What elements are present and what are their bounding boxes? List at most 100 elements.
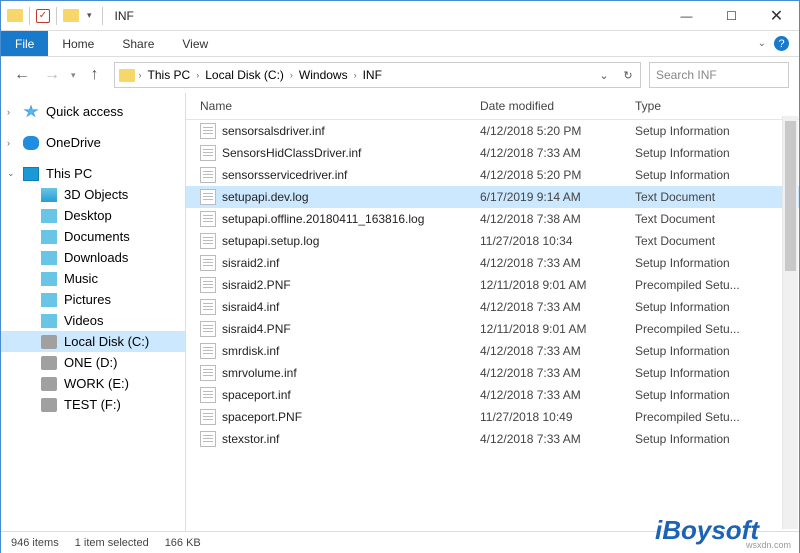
file-row[interactable]: sensorsalsdriver.inf4/12/2018 5:20 PMSet… <box>186 120 799 142</box>
file-type: Setup Information <box>635 300 799 314</box>
tab-share[interactable]: Share <box>108 31 168 56</box>
file-type: Setup Information <box>635 388 799 402</box>
sidebar-item-work-e[interactable]: WORK (E:) <box>1 373 185 394</box>
status-selection: 1 item selected <box>75 537 149 549</box>
sidebar-item-3d-objects[interactable]: 3D Objects <box>1 184 185 205</box>
sidebar-item-videos[interactable]: Videos <box>1 310 185 331</box>
file-row[interactable]: setupapi.setup.log11/27/2018 10:34Text D… <box>186 230 799 252</box>
file-icon <box>200 387 216 403</box>
column-name[interactable]: Name <box>200 99 480 113</box>
folder-icon[interactable] <box>63 9 79 22</box>
tab-view[interactable]: View <box>168 31 222 56</box>
file-row[interactable]: sisraid4.PNF12/11/2018 9:01 AMPrecompile… <box>186 318 799 340</box>
sidebar-item-quick-access[interactable]: ›Quick access <box>1 101 185 122</box>
watermark: wsxdn.com <box>746 540 791 550</box>
scrollbar-thumb[interactable] <box>785 121 796 271</box>
close-button[interactable]: ✕ <box>754 1 799 31</box>
ribbon-expand-icon[interactable]: ⌄ <box>758 38 766 49</box>
file-row[interactable]: sisraid4.inf4/12/2018 7:33 AMSetup Infor… <box>186 296 799 318</box>
file-row[interactable]: setupapi.offline.20180411_163816.log4/12… <box>186 208 799 230</box>
file-name: setupapi.setup.log <box>222 234 319 248</box>
up-button[interactable]: ↑ <box>84 66 106 84</box>
sidebar-item-downloads[interactable]: Downloads <box>1 247 185 268</box>
file-icon <box>200 255 216 271</box>
sidebar-item-documents[interactable]: Documents <box>1 226 185 247</box>
breadcrumb-item[interactable]: Windows <box>295 68 352 82</box>
tab-home[interactable]: Home <box>48 31 108 56</box>
chevron-right-icon[interactable]: › <box>354 70 357 80</box>
sidebar-item-music[interactable]: Music <box>1 268 185 289</box>
sidebar-label: Downloads <box>64 250 128 265</box>
breadcrumb-item[interactable]: INF <box>359 68 386 82</box>
search-input[interactable]: Search INF <box>649 62 789 88</box>
separator <box>102 7 103 25</box>
breadcrumb-item[interactable]: This PC <box>144 68 195 82</box>
file-row[interactable]: SensorsHidClassDriver.inf 4/12/2018 7:33 … <box>186 142 799 164</box>
sidebar-item-this-pc[interactable]: ⌄This PC <box>1 163 185 184</box>
file-icon <box>200 321 216 337</box>
folder-icon <box>7 9 23 22</box>
vertical-scrollbar[interactable] <box>782 116 798 529</box>
file-name: SensorsHidClassDriver.inf <box>222 146 361 160</box>
maximize-button[interactable]: ☐ <box>709 1 754 31</box>
properties-icon[interactable]: ✓ <box>36 9 50 23</box>
file-date: 4/12/2018 7:33 AM <box>480 146 635 160</box>
file-icon <box>200 299 216 315</box>
back-button[interactable]: ← <box>11 66 33 84</box>
music-icon <box>41 272 57 286</box>
file-icon <box>200 343 216 359</box>
qat-dropdown-icon[interactable]: ▾ <box>83 10 96 21</box>
sidebar-item-test-f[interactable]: TEST (F:) <box>1 394 185 415</box>
forward-button[interactable]: → <box>41 66 63 84</box>
drive-icon <box>41 377 57 391</box>
sidebar-item-desktop[interactable]: Desktop <box>1 205 185 226</box>
breadcrumb-item[interactable]: Local Disk (C:) <box>201 68 288 82</box>
file-icon <box>200 123 216 139</box>
file-name: setupapi.offline.20180411_163816.log <box>222 212 424 226</box>
file-type: Precompiled Setu... <box>635 322 799 336</box>
help-icon[interactable]: ? <box>774 36 789 51</box>
sidebar-label: Pictures <box>64 292 111 307</box>
file-date: 4/12/2018 7:33 AM <box>480 344 635 358</box>
chevron-right-icon[interactable]: › <box>196 70 199 80</box>
chevron-right-icon[interactable]: › <box>139 70 142 80</box>
file-row[interactable]: sisraid2.PNF12/11/2018 9:01 AMPrecompile… <box>186 274 799 296</box>
file-name: spaceport.inf <box>222 388 291 402</box>
file-icon <box>200 189 216 205</box>
file-row[interactable]: setupapi.dev.log6/17/2019 9:14 AMText Do… <box>186 186 799 208</box>
tab-file[interactable]: File <box>1 31 48 56</box>
sidebar-item-local-disk-c[interactable]: Local Disk (C:) <box>1 331 185 352</box>
file-date: 4/12/2018 7:33 AM <box>480 432 635 446</box>
sidebar-item-pictures[interactable]: Pictures <box>1 289 185 310</box>
status-size: 166 KB <box>165 537 201 549</box>
quick-access-toolbar: ✓ ▾ <box>1 7 105 25</box>
pc-icon <box>23 167 39 181</box>
file-row[interactable]: smrvolume.inf4/12/2018 7:33 AMSetup Info… <box>186 362 799 384</box>
column-date[interactable]: Date modified <box>480 99 635 113</box>
file-type: Setup Information <box>635 146 799 160</box>
column-headers: Name Date modified Type <box>186 93 799 120</box>
file-row[interactable]: stexstor.inf4/12/2018 7:33 AMSetup Infor… <box>186 428 799 450</box>
file-icon <box>200 277 216 293</box>
file-row[interactable]: sensorsservicedriver.inf4/12/2018 5:20 P… <box>186 164 799 186</box>
file-name: smrdisk.inf <box>222 344 279 358</box>
file-name: setupapi.dev.log <box>222 190 309 204</box>
sidebar-item-onedrive[interactable]: ›OneDrive <box>1 132 185 153</box>
sidebar-label: Documents <box>64 229 130 244</box>
file-date: 11/27/2018 10:34 <box>480 234 635 248</box>
file-row[interactable]: spaceport.inf4/12/2018 7:33 AMSetup Info… <box>186 384 799 406</box>
file-row[interactable]: sisraid2.inf4/12/2018 7:33 AMSetup Infor… <box>186 252 799 274</box>
sidebar-label: Desktop <box>64 208 112 223</box>
sidebar-label: This PC <box>46 166 92 181</box>
refresh-icon[interactable]: ↻ <box>616 69 640 82</box>
address-dropdown-icon[interactable]: ⌄ <box>592 69 616 82</box>
column-type[interactable]: Type <box>635 99 799 113</box>
sidebar-item-one-d[interactable]: ONE (D:) <box>1 352 185 373</box>
file-date: 4/12/2018 5:20 PM <box>480 168 635 182</box>
file-row[interactable]: spaceport.PNF11/27/2018 10:49Precompiled… <box>186 406 799 428</box>
history-dropdown-icon[interactable]: ▾ <box>71 70 76 81</box>
minimize-button[interactable]: — <box>664 1 709 31</box>
chevron-right-icon[interactable]: › <box>290 70 293 80</box>
address-bar[interactable]: › This PC › Local Disk (C:) › Windows › … <box>114 62 641 88</box>
file-row[interactable]: smrdisk.inf4/12/2018 7:33 AMSetup Inform… <box>186 340 799 362</box>
